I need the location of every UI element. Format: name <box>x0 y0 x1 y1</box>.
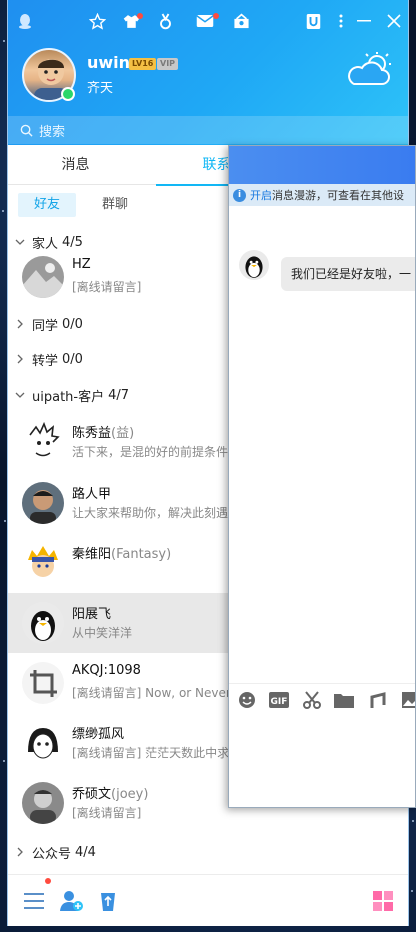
subtab-groups[interactable]: 群聊 <box>86 193 144 217</box>
avatar[interactable] <box>239 250 269 280</box>
avatar <box>22 722 64 764</box>
add-friend-icon[interactable] <box>60 889 84 913</box>
mail-icon[interactable] <box>196 12 214 30</box>
star-icon[interactable] <box>88 12 106 30</box>
profile-header: uwin LV16 VIP 齐天 搜索 <box>8 0 408 145</box>
qq-logo-icon[interactable] <box>16 12 34 30</box>
contact-name: 秦维阳(Fantasy) <box>72 547 172 562</box>
scissors-icon[interactable] <box>302 690 322 710</box>
chevron-down-icon <box>8 392 32 398</box>
avatar <box>22 602 64 644</box>
avatar <box>22 662 64 704</box>
contact-name: HZ <box>72 257 91 272</box>
contact-name: 缥缈孤风 <box>72 727 125 742</box>
signature[interactable]: 齐天 <box>87 77 113 96</box>
svg-text:GIF: GIF <box>271 697 288 707</box>
notice-text: 消息漫游，可查看在其他设 <box>272 189 404 202</box>
avatar <box>22 421 64 463</box>
online-status-icon[interactable] <box>61 87 75 101</box>
search-icon <box>20 124 33 137</box>
avatar <box>22 542 64 584</box>
enable-roaming-link[interactable]: 开启 <box>250 187 272 203</box>
group-official[interactable]: 公众号 4/4 <box>8 837 408 867</box>
close-icon[interactable] <box>385 12 403 30</box>
contact-name: 阳展飞 <box>72 607 112 622</box>
contact-name: 陈秀益(益) <box>72 426 135 441</box>
chevron-right-icon <box>8 319 32 329</box>
roaming-notice: i 开启 消息漫游，可查看在其他设 <box>229 184 415 206</box>
group-count: 4/4 <box>75 844 96 860</box>
chevron-right-icon <box>8 847 32 857</box>
search-input[interactable]: 搜索 <box>8 116 408 144</box>
contact-status: 从中笑洋洋 <box>72 626 133 640</box>
group-count: 4/7 <box>108 387 130 403</box>
app-grid-icon[interactable] <box>371 889 395 913</box>
bottom-toolbar <box>8 874 408 926</box>
group-label: uipath-客户 <box>32 389 105 405</box>
emoji-icon[interactable] <box>237 690 257 710</box>
weather-icon[interactable] <box>346 52 394 92</box>
folder-icon[interactable] <box>334 690 354 710</box>
group-label: 公众号 <box>32 846 72 862</box>
info-icon: i <box>233 188 246 202</box>
vip-badge[interactable]: VIP <box>157 58 179 70</box>
chat-window: i 开启 消息漫游，可查看在其他设 我们已经是好友啦，一 GIF <box>228 145 416 808</box>
file-transfer-icon[interactable] <box>96 889 120 913</box>
avatar <box>22 256 64 298</box>
contact-status: 活下来，是混的好的前提条件 <box>72 445 229 459</box>
gift-box-icon[interactable] <box>232 12 250 30</box>
minimize-icon[interactable] <box>355 12 373 30</box>
medal-icon[interactable] <box>156 12 174 30</box>
contact-status: [离线请留言] <box>72 806 142 820</box>
contact-status: 让大家来帮助你，解决此刻遇 <box>72 506 229 520</box>
music-icon[interactable] <box>368 690 388 710</box>
chevron-right-icon <box>8 354 32 364</box>
group-count: 0/0 <box>62 316 83 332</box>
more-icon[interactable] <box>332 12 350 30</box>
contact-name: AKQJ:1098 <box>72 663 141 678</box>
u-app-icon[interactable] <box>304 12 322 30</box>
chevron-down-icon <box>8 239 32 245</box>
avatar <box>22 482 64 524</box>
subtab-friends[interactable]: 好友 <box>18 193 77 217</box>
avatar <box>22 782 64 824</box>
chat-toolbar: GIF <box>229 683 415 713</box>
contact-status: [离线请留言] Now, or Never <box>72 686 231 700</box>
level-badge[interactable]: LV16 <box>129 58 157 70</box>
user-name: uwin <box>87 53 131 72</box>
menu-icon[interactable] <box>22 889 46 913</box>
group-label: 转学 <box>32 353 59 369</box>
chat-header[interactable] <box>229 146 415 184</box>
contact-name: 乔硕文(joey) <box>72 787 149 802</box>
contact-name: 路人甲 <box>72 487 112 502</box>
search-placeholder: 搜索 <box>39 124 66 140</box>
group-label: 同学 <box>32 318 59 334</box>
contact-status: [离线请留言] <box>72 280 142 294</box>
gif-icon[interactable]: GIF <box>269 690 289 710</box>
tab-messages[interactable]: 消息 <box>8 145 143 185</box>
contact-status: [离线请留言] 茫茫天数此中求 <box>72 746 230 760</box>
message-bubble: 我们已经是好友啦，一 <box>281 257 415 291</box>
group-count: 0/0 <box>62 351 83 367</box>
image-icon[interactable] <box>401 690 415 710</box>
